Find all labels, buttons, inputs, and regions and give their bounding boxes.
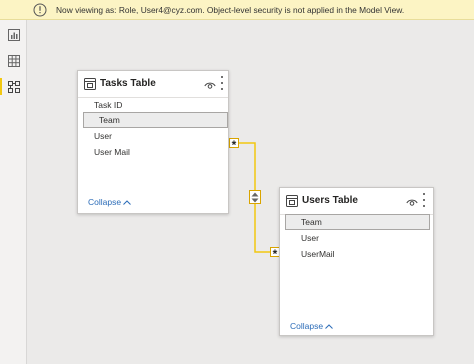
table-icon — [84, 77, 96, 90]
chevron-up-icon — [123, 199, 131, 205]
banner-text: Now viewing as: Role, User4@cyz.com. Obj… — [56, 4, 405, 15]
collapse-button[interactable]: Collapse — [290, 321, 333, 331]
users-table-header[interactable]: Users Table — [280, 188, 433, 215]
field-user[interactable]: User — [78, 128, 228, 144]
role-warning-banner: Now viewing as: Role, User4@cyz.com. Obj… — [0, 0, 474, 20]
many-cardinality-marker-tasks: * — [229, 138, 239, 151]
collapse-label: Collapse — [290, 321, 324, 331]
collapse-button[interactable]: Collapse — [88, 197, 131, 207]
field-usermail[interactable]: UserMail — [285, 246, 430, 262]
more-options-icon[interactable] — [421, 193, 427, 207]
more-options-icon[interactable] — [219, 76, 225, 90]
tasks-table-title: Tasks Table — [100, 78, 156, 89]
table-icon — [286, 194, 298, 207]
chevron-up-icon — [325, 323, 333, 329]
model-canvas[interactable]: * * Tasks Table Task ID Team User User M… — [27, 21, 474, 364]
field-team[interactable]: Team — [285, 214, 430, 230]
cross-filter-both-icon[interactable] — [249, 190, 261, 204]
users-table-title: Users Table — [302, 195, 358, 206]
data-view-icon[interactable] — [5, 52, 22, 69]
users-table-card[interactable]: Users Table Team User UserMail Collapse — [279, 187, 434, 336]
field-user[interactable]: User — [285, 230, 430, 246]
tasks-table-card[interactable]: Tasks Table Task ID Team User User Mail … — [77, 70, 229, 214]
warning-icon — [33, 3, 47, 17]
tasks-table-header[interactable]: Tasks Table — [78, 71, 228, 98]
view-switcher-rail — [0, 20, 27, 364]
field-team[interactable]: Team — [83, 112, 228, 128]
field-task-id[interactable]: Task ID — [78, 97, 228, 113]
visibility-eye-icon[interactable] — [406, 195, 418, 206]
model-view-icon[interactable] — [0, 78, 22, 95]
visibility-eye-icon[interactable] — [204, 78, 216, 89]
collapse-label: Collapse — [88, 197, 122, 207]
field-user-mail[interactable]: User Mail — [78, 144, 228, 160]
report-view-icon[interactable] — [5, 26, 22, 43]
